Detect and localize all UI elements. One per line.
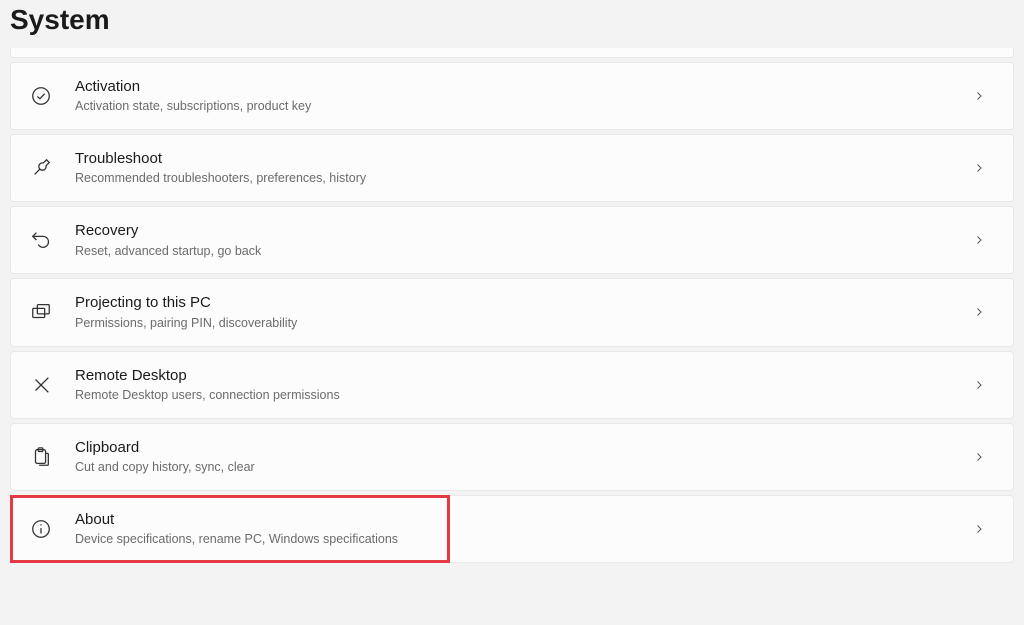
chevron-right-icon <box>971 160 987 176</box>
chevron-right-icon <box>971 88 987 104</box>
item-title: Remote Desktop <box>75 366 959 386</box>
chevron-right-icon <box>971 377 987 393</box>
item-subtitle: Reset, advanced startup, go back <box>75 243 959 260</box>
settings-item-troubleshoot[interactable]: Troubleshoot Recommended troubleshooters… <box>10 134 1014 202</box>
item-text: Projecting to this PC Permissions, pairi… <box>75 293 959 331</box>
item-text: About Device specifications, rename PC, … <box>75 510 959 548</box>
settings-item-truncated[interactable] <box>10 48 1014 58</box>
settings-item-clipboard[interactable]: Clipboard Cut and copy history, sync, cl… <box>10 423 1014 491</box>
settings-item-remote-desktop[interactable]: Remote Desktop Remote Desktop users, con… <box>10 351 1014 419</box>
settings-item-about[interactable]: About Device specifications, rename PC, … <box>10 495 1014 563</box>
chevron-right-icon <box>971 232 987 248</box>
item-title: Recovery <box>75 221 959 241</box>
item-title: About <box>75 510 959 530</box>
settings-list: Activation Activation state, subscriptio… <box>0 48 1024 563</box>
item-subtitle: Permissions, pairing PIN, discoverabilit… <box>75 315 959 332</box>
item-title: Clipboard <box>75 438 959 458</box>
item-subtitle: Device specifications, rename PC, Window… <box>75 531 959 548</box>
item-text: Troubleshoot Recommended troubleshooters… <box>75 149 959 187</box>
chevron-right-icon <box>971 304 987 320</box>
settings-item-activation[interactable]: Activation Activation state, subscriptio… <box>10 62 1014 130</box>
item-subtitle: Remote Desktop users, connection permiss… <box>75 387 959 404</box>
item-text: Remote Desktop Remote Desktop users, con… <box>75 366 959 404</box>
settings-item-projecting[interactable]: Projecting to this PC Permissions, pairi… <box>10 278 1014 346</box>
item-title: Projecting to this PC <box>75 293 959 313</box>
item-subtitle: Recommended troubleshooters, preferences… <box>75 170 959 187</box>
settings-item-recovery[interactable]: Recovery Reset, advanced startup, go bac… <box>10 206 1014 274</box>
wrench-icon <box>29 156 53 180</box>
info-icon <box>29 517 53 541</box>
item-subtitle: Activation state, subscriptions, product… <box>75 98 959 115</box>
clipboard-icon <box>29 445 53 469</box>
check-circle-icon <box>29 84 53 108</box>
item-subtitle: Cut and copy history, sync, clear <box>75 459 959 476</box>
remote-desktop-icon <box>29 373 53 397</box>
item-text: Activation Activation state, subscriptio… <box>75 77 959 115</box>
item-text: Clipboard Cut and copy history, sync, cl… <box>75 438 959 476</box>
item-title: Activation <box>75 77 959 97</box>
page-title: System <box>0 0 1024 48</box>
recovery-icon <box>29 228 53 252</box>
projecting-icon <box>29 300 53 324</box>
item-text: Recovery Reset, advanced startup, go bac… <box>75 221 959 259</box>
chevron-right-icon <box>971 449 987 465</box>
chevron-right-icon <box>971 521 987 537</box>
item-title: Troubleshoot <box>75 149 959 169</box>
